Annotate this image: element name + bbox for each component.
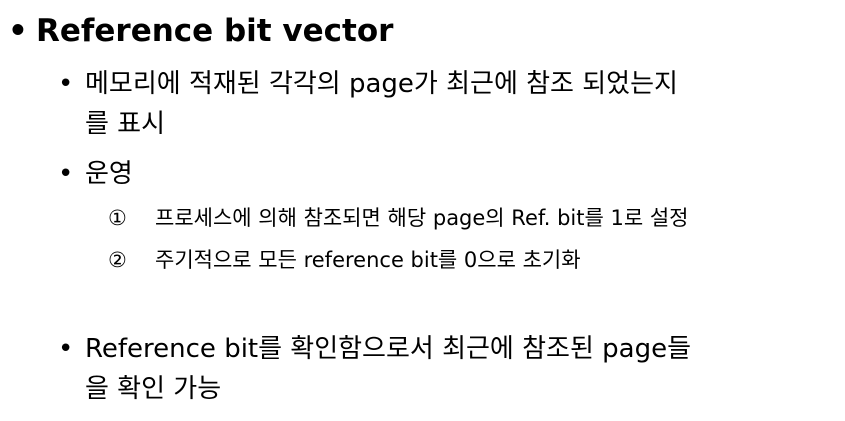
bullet-dot: • [58, 69, 74, 99]
bullet-text: Reference bit를 확인함으로서 최근에 참조된 page들 [85, 334, 691, 364]
bullet-text: 를 표시 [85, 109, 166, 139]
bullet-dot: • [8, 13, 28, 49]
bullet-dot: • [58, 159, 74, 189]
bullet-text: 메모리에 적재된 각각의 page가 최근에 참조 되었는지 [85, 69, 678, 99]
step-text: 프로세스에 의해 참조되면 해당 page의 Ref. bit를 1로 설정 [155, 206, 689, 230]
step-marker: ① [108, 206, 127, 230]
bullet-text: 운영 [85, 159, 133, 189]
step-text: 주기적으로 모든 reference bit를 0으로 초기화 [155, 248, 581, 272]
step-marker: ② [108, 248, 127, 272]
slide-title: Reference bit vector [36, 13, 394, 49]
bullet-text: 을 확인 가능 [85, 374, 222, 404]
bullet-dot: • [58, 334, 74, 364]
